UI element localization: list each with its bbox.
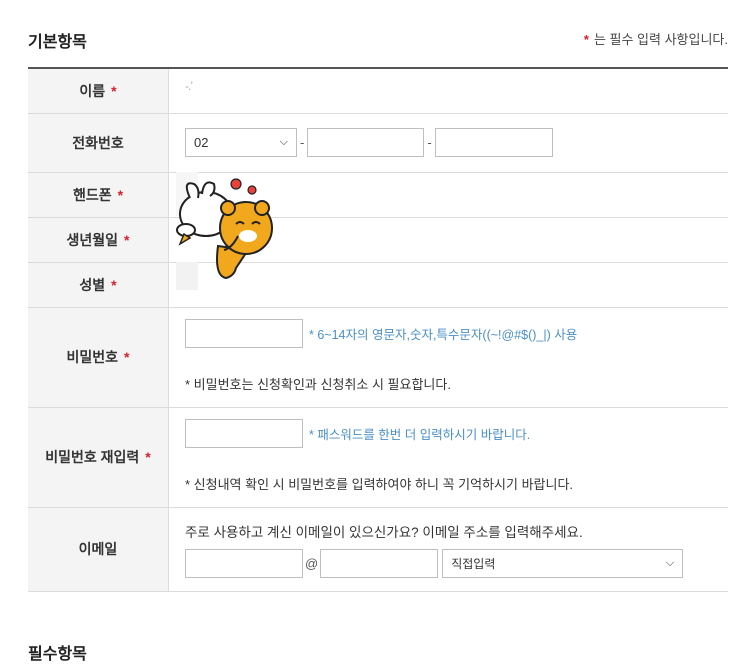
required-star: * (583, 32, 589, 47)
phone-value-cell: 02 ⌵ - - (168, 113, 728, 173)
label-birthdate: 생년월일 * (28, 217, 169, 263)
email-domain-select[interactable]: 직접입력 ⌵ (442, 548, 684, 578)
phone-last-input[interactable] (434, 128, 553, 157)
row-birthdate: 생년월일 * (28, 217, 728, 263)
email-at-sign: @ (305, 555, 319, 571)
label-password-text: 비밀번호 (66, 349, 119, 365)
label-password: 비밀번호 * (28, 307, 169, 408)
email-prompt: 주로 사용하고 계신 이메일이 있으신가요? 이메일 주소를 입력해주세요. (185, 524, 583, 540)
password-input[interactable] (185, 319, 303, 348)
email-id-input[interactable] (185, 548, 303, 578)
password-value-cell: * 6~14자의 영문자,숫자,특수문자((~!@#$()_|) 사용 * 비밀… (168, 307, 728, 408)
row-password: 비밀번호 * * 6~14자의 영문자,숫자,특수문자((~!@#$()_|) 사… (28, 307, 728, 408)
row-gender: 성별 * (28, 262, 728, 308)
row-phone: 전화번호 02 ⌵ - - (28, 113, 728, 173)
password-hint: * 6~14자의 영문자,숫자,특수문자((~!@#$()_|) 사용 (309, 328, 578, 342)
section-title-required: 필수항목 (28, 646, 87, 663)
required-mark: * (124, 349, 130, 365)
name-value-cell: -.’ (168, 68, 728, 114)
label-name: 이름 * (28, 68, 169, 114)
email-value-cell: 주로 사용하고 계신 이메일이 있으신가요? 이메일 주소를 입력해주세요. @… (168, 507, 728, 592)
label-email: 이메일 (28, 507, 169, 592)
required-mark: * (111, 82, 117, 99)
basic-info-form: 이름 * -.’ 전화번호 02 ⌵ - - 핸드폰 * 생년월일 * 성별 * 비밀번호 * … (28, 67, 728, 592)
name-value: -.’ (185, 79, 193, 93)
character-sticker (176, 178, 273, 280)
phone-middle-input[interactable] (307, 128, 425, 157)
label-password-confirm-text: 비밀번호 재입력 (45, 449, 140, 465)
email-domain-select-value: 직접입력 (451, 556, 496, 571)
label-email-text: 이메일 (78, 541, 118, 557)
required-mark: * (117, 186, 124, 203)
phone-separator: - (427, 135, 432, 150)
label-birthdate-text: 생년월일 (66, 231, 119, 248)
required-note-text: 는 필수 입력 사항입니다. (593, 32, 728, 47)
chevron-down-icon: ⌵ (279, 136, 288, 148)
phone-separator: - (300, 135, 305, 150)
password-confirm-input[interactable] (185, 419, 303, 448)
required-note: * 는 필수 입력 사항입니다. (584, 29, 728, 48)
required-mark: * (145, 449, 151, 465)
row-mobile: 핸드폰 * (28, 172, 728, 218)
required-mark: * (124, 231, 130, 248)
password-note: * 비밀번호는 신청확인과 신청취소 시 필요합니다. (185, 377, 451, 392)
label-gender-text: 성별 (79, 276, 106, 293)
label-mobile-text: 핸드폰 (72, 186, 112, 203)
password-confirm-hint: * 패스워드를 한번 더 입력하시기 바랍니다. (309, 428, 531, 442)
password-confirm-note: * 신청내역 확인 시 비밀번호를 입력하여야 하니 꼭 기억하시기 바랍니다. (185, 477, 574, 492)
password-confirm-value-cell: * 패스워드를 한번 더 입력하시기 바랍니다. * 신청내역 확인 시 비밀번… (168, 407, 728, 508)
label-gender: 성별 * (28, 262, 169, 308)
label-mobile: 핸드폰 * (28, 172, 169, 218)
chevron-down-icon: ⌵ (665, 556, 675, 569)
label-name-text: 이름 (79, 82, 106, 99)
section-title-basic: 기본항목 (28, 34, 87, 51)
row-name: 이름 * -.’ (28, 68, 728, 114)
row-email: 이메일 주로 사용하고 계신 이메일이 있으신가요? 이메일 주소를 입력해주세… (28, 507, 728, 592)
row-password-confirm: 비밀번호 재입력 * * 패스워드를 한번 더 입력하시기 바랍니다. * 신청내… (28, 407, 728, 508)
phone-area-value: 02 (194, 135, 209, 150)
email-domain-input[interactable] (320, 548, 439, 578)
phone-area-select[interactable]: 02 ⌵ (185, 128, 297, 157)
required-mark: * (111, 276, 117, 293)
label-password-confirm: 비밀번호 재입력 * (28, 407, 169, 508)
label-phone: 전화번호 (28, 113, 169, 173)
label-phone-text: 전화번호 (72, 134, 124, 151)
